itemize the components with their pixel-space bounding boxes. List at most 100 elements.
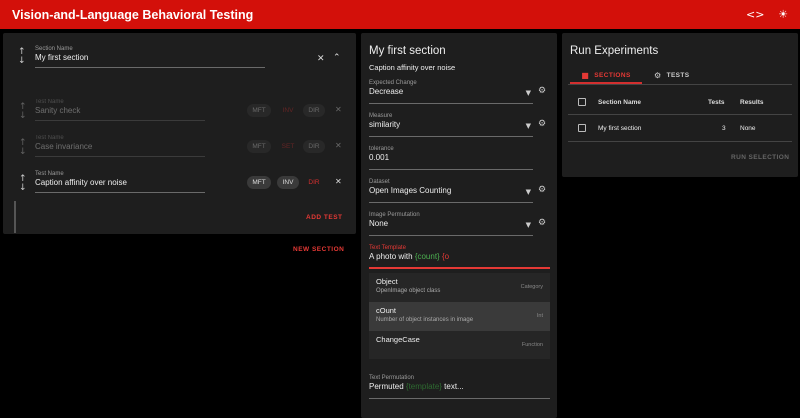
app-title: Vision-and-Language Behavioral Testing	[12, 7, 254, 22]
test-detail-card: My first section Caption affinity over n…	[361, 33, 557, 418]
chip-inv[interactable]: INV	[277, 104, 299, 117]
run-experiments-title: Run Experiments	[570, 45, 659, 57]
divider	[568, 84, 792, 85]
dataset-select[interactable]: Dataset Open Images Counting ▼	[369, 179, 533, 203]
text-permutation-field[interactable]: Text Permutation Permuted {template} tex…	[369, 375, 550, 399]
remove-test-icon[interactable]: ✕	[335, 141, 342, 150]
autocomplete-item-highlighted[interactable]: cOunt Number of object instances in imag…	[369, 302, 550, 331]
dataset-value: Open Images Counting	[369, 186, 452, 195]
chip-set[interactable]: SET	[277, 140, 299, 153]
autocomplete-item-description: Number of object instances in image	[376, 317, 474, 323]
reorder-arrows-icon[interactable]: ↑ ↓	[19, 103, 27, 121]
test-row: ↑ ↓ Test Name Case invariance MFT SET DIR…	[13, 133, 349, 163]
run-selection-button[interactable]: RUN SELECTION	[731, 154, 789, 161]
brightness-icon[interactable]: ☀	[776, 8, 790, 21]
dataset-label: Dataset	[369, 179, 390, 185]
permutation-placeholder-prefix: Permuted	[369, 382, 406, 391]
measure-label: Measure	[369, 113, 393, 119]
expected-change-select[interactable]: Expected Change Decrease ▼	[369, 80, 533, 104]
results-cell: None	[740, 125, 756, 132]
autocomplete-item[interactable]: ChangeCase Function	[369, 331, 550, 360]
autocomplete-item-name: ChangeCase	[376, 335, 420, 344]
chip-dir[interactable]: DIR	[303, 140, 325, 153]
tests-count-cell: 3	[722, 125, 726, 132]
measure-value: similarity	[369, 120, 401, 129]
dropdown-caret-icon: ▼	[525, 188, 531, 196]
chip-dir[interactable]: DIR	[303, 104, 325, 117]
chevron-up-icon[interactable]: ⌃	[333, 53, 341, 63]
divider	[568, 141, 792, 142]
code-icon[interactable]: <>	[746, 8, 764, 21]
reorder-arrows-icon[interactable]: ↑ ↓	[19, 139, 27, 157]
new-section-button[interactable]: NEW SECTION	[293, 246, 344, 253]
template-token: {count}	[414, 252, 440, 261]
chip-dir[interactable]: DIR	[303, 176, 325, 189]
gear-icon[interactable]: ⚙	[538, 119, 546, 129]
tab-sections[interactable]: ■ SECTIONS	[570, 67, 642, 83]
text-permutation-placeholder[interactable]: Permuted {template} text...	[369, 382, 550, 391]
text-template-field[interactable]: Text Template A photo with {count} {o	[369, 245, 550, 269]
reorder-arrows-icon[interactable]: ↑ ↓	[18, 48, 26, 66]
autocomplete-item-name: cOunt	[376, 306, 397, 315]
test-name-label: Test Name	[35, 99, 64, 105]
chip-inv[interactable]: INV	[277, 176, 299, 189]
test-title: Caption affinity over noise	[369, 63, 456, 72]
test-name-value[interactable]: Caption affinity over noise	[35, 178, 205, 187]
app-bar: Vision-and-Language Behavioral Testing <…	[0, 0, 800, 29]
section-editor-card: ↑ ↓ Section Name My first section ✕ ⌃ ↑ ↓ …	[3, 33, 356, 234]
select-all-checkbox[interactable]	[578, 98, 586, 106]
expected-change-value: Decrease	[369, 87, 404, 96]
measure-select[interactable]: Measure similarity ▼	[369, 113, 533, 137]
gear-icon[interactable]: ⚙	[538, 218, 546, 228]
test-name-label: Test Name	[35, 135, 64, 141]
tolerance-label: tolerance	[369, 146, 394, 152]
tab-sections-label: SECTIONS	[594, 71, 631, 79]
template-text-prefix: A photo with	[369, 252, 415, 261]
test-name-value[interactable]: Case invariance	[35, 142, 205, 151]
tolerance-field[interactable]: tolerance 0.001	[369, 146, 533, 170]
autocomplete-item[interactable]: Object OpenImage object class Category	[369, 273, 550, 302]
section-name-cell: My first section	[598, 125, 642, 132]
section-name-value[interactable]: My first section	[35, 53, 265, 62]
autocomplete-item-kind: Int	[536, 313, 543, 319]
dropdown-caret-icon: ▼	[525, 221, 531, 229]
section-title: My first section	[369, 45, 446, 57]
test-name-field[interactable]: Test Name Sanity check	[35, 99, 205, 121]
remove-test-icon[interactable]: ✕	[335, 177, 342, 186]
text-template-label: Text Template	[369, 245, 406, 251]
test-name-field[interactable]: Test Name Caption affinity over noise	[35, 171, 205, 193]
column-header-name: Section Name	[598, 99, 641, 106]
run-experiments-card: Run Experiments ■ SECTIONS ⚙ TESTS Secti…	[562, 33, 798, 177]
image-permutation-select[interactable]: Image Permutation None ▼	[369, 212, 533, 236]
row-checkbox[interactable]	[578, 124, 586, 132]
text-template-value[interactable]: A photo with {count} {o	[369, 252, 550, 261]
template-partial-token: {o	[439, 252, 450, 261]
autocomplete-menu: Object OpenImage object class Category c…	[369, 273, 550, 359]
column-header-tests: Tests	[708, 99, 725, 106]
test-name-field[interactable]: Test Name Case invariance	[35, 135, 205, 157]
section-name-field[interactable]: Section Name My first section	[35, 46, 265, 68]
column-header-results: Results	[740, 99, 764, 106]
section-name-label: Section Name	[35, 46, 73, 52]
tab-tests[interactable]: ⚙ TESTS	[654, 67, 690, 83]
close-icon[interactable]: ✕	[317, 54, 325, 64]
tab-tests-label: TESTS	[666, 71, 690, 79]
autocomplete-item-kind: Category	[520, 284, 543, 290]
text-permutation-label: Text Permutation	[369, 375, 415, 381]
reorder-arrows-icon[interactable]: ↑ ↓	[19, 175, 27, 193]
tolerance-value[interactable]: 0.001	[369, 153, 533, 162]
chip-mft[interactable]: MFT	[247, 140, 271, 153]
image-permutation-label: Image Permutation	[369, 212, 420, 218]
permutation-placeholder-token: {template}	[405, 382, 442, 391]
test-name-label: Test Name	[35, 171, 64, 177]
autocomplete-item-kind: Function	[521, 342, 543, 348]
remove-test-icon[interactable]: ✕	[335, 105, 342, 114]
add-test-button[interactable]: ADD TEST	[306, 214, 343, 221]
chip-mft[interactable]: MFT	[247, 176, 271, 189]
active-test-indicator	[14, 201, 16, 233]
divider	[568, 114, 792, 115]
chip-mft[interactable]: MFT	[247, 104, 271, 117]
gear-icon[interactable]: ⚙	[538, 86, 546, 96]
test-name-value[interactable]: Sanity check	[35, 106, 205, 115]
gear-icon[interactable]: ⚙	[538, 185, 546, 195]
